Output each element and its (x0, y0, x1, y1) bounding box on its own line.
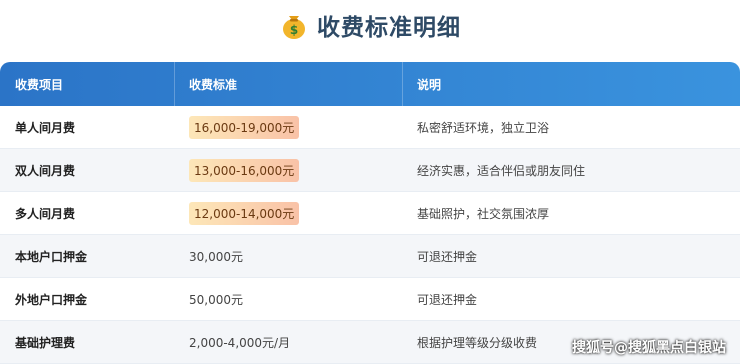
price-badge: 12,000-14,000元 (189, 201, 300, 225)
fee-note: 可退还押金 (417, 249, 478, 264)
fee-item: 外地户口押金 (15, 292, 88, 307)
column-header-note: 说明 (417, 77, 442, 92)
svg-text:$: $ (290, 23, 298, 37)
fee-price: 50,000元 (189, 292, 243, 307)
page-title: 收费标准明细 (317, 15, 461, 41)
table-row: 多人间月费 12,000-14,000元 基础照护，社交氛围浓厚 (0, 192, 740, 235)
fee-note: 可退还押金 (417, 292, 478, 307)
table-row: 单人间月费 16,000-19,000元 私密舒适环境，独立卫浴 (0, 106, 740, 149)
fee-table: 收费项目 收费标准 说明 单人间月费 16,000-19,000元 私密舒适环境… (0, 62, 740, 364)
fee-item: 基础护理费 (15, 335, 76, 350)
price-badge: 13,000-16,000元 (189, 158, 300, 182)
watermark: 搜狐号@搜狐黑点白银站 (572, 340, 726, 356)
fee-price: 2,000-4,000元/月 (189, 335, 291, 350)
fee-item: 单人间月费 (15, 120, 76, 135)
column-header-item: 收费项目 (0, 62, 175, 106)
fee-item: 多人间月费 (15, 206, 76, 221)
fee-note: 基础照护，社交氛围浓厚 (417, 206, 550, 221)
fee-note: 经济实惠，适合伴侣或朋友同住 (417, 163, 586, 178)
table-row: 双人间月费 13,000-16,000元 经济实惠，适合伴侣或朋友同住 (0, 149, 740, 192)
price-badge: 16,000-19,000元 (189, 115, 300, 139)
money-bag-icon: $ (283, 16, 305, 39)
fee-note: 私密舒适环境，独立卫浴 (417, 120, 550, 135)
table-row: 本地户口押金 30,000元 可退还押金 (0, 235, 740, 278)
column-header-price: 收费标准 (175, 62, 403, 106)
fee-item: 本地户口押金 (15, 249, 88, 264)
table-header: 收费项目 收费标准 说明 (0, 62, 740, 106)
fee-price: 30,000元 (189, 249, 243, 264)
page-header: $ 收费标准明细 (0, 0, 740, 50)
table-row: 外地户口押金 50,000元 可退还押金 (0, 278, 740, 321)
fee-item: 双人间月费 (15, 163, 76, 178)
